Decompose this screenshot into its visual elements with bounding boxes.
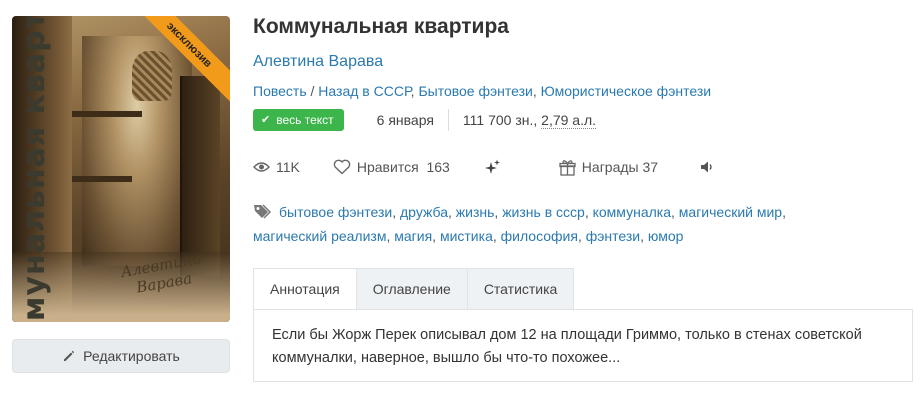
size-chars: 111 700 зн., (462, 112, 538, 128)
genre-link[interactable]: Юмористическое фэнтези (541, 83, 711, 99)
like-button[interactable]: Нравится 163 (333, 159, 450, 175)
tag-link[interactable]: юмор (648, 228, 684, 244)
publish-date: 6 января (376, 112, 434, 128)
divider (447, 109, 449, 131)
tag-list: бытовое фэнтези, дружба, жизнь, жизнь в … (253, 200, 893, 248)
awards-count: 37 (642, 159, 659, 175)
genre-separator: / (306, 83, 319, 99)
tag-comma: , (640, 228, 648, 244)
tab-statistics[interactable]: Статистика (467, 268, 575, 310)
speaker-icon (701, 161, 712, 173)
tab-contents[interactable]: Оглавление (356, 268, 468, 310)
tag-comma: , (671, 204, 679, 220)
sparkles-icon (484, 159, 500, 174)
sparkles-button[interactable] (484, 159, 507, 176)
book-cover[interactable]: Коммунальная квартира Алевтина Варава эк… (12, 16, 230, 322)
awards-label: Награды (581, 159, 639, 175)
edit-button-label: Редактировать (83, 348, 180, 364)
tag-link[interactable]: бытовое фэнтези (279, 204, 392, 220)
stats-row: 11K Нравится 163 Награды 37 (253, 156, 721, 178)
gift-icon (559, 159, 576, 176)
awards-button[interactable]: Награды 37 (559, 159, 658, 176)
book-title: Коммунальная квартира (253, 15, 509, 38)
tag-comma: , (584, 204, 593, 220)
tag-link[interactable]: жизнь (456, 204, 495, 220)
genre-link[interactable]: Назад в СССР (318, 83, 410, 99)
annotation-panel: Если бы Жорж Перек описывал дом 12 на пл… (253, 309, 913, 382)
genre-link[interactable]: Повесть (253, 83, 307, 99)
tag-comma: , (432, 228, 440, 244)
tag-comma: , (392, 204, 401, 220)
badge-label: весь текст (276, 113, 334, 127)
views-count: 11K (276, 159, 300, 175)
full-text-badge: ✔ весь текст (253, 109, 344, 131)
tag-link[interactable]: фэнтези (586, 228, 640, 244)
tag-link[interactable]: магия (394, 228, 432, 244)
audio-button[interactable] (700, 160, 721, 174)
tag-link[interactable]: коммуналка (593, 204, 671, 220)
tag-comma: , (577, 228, 586, 244)
heart-icon (333, 159, 351, 175)
author-link[interactable]: Алевтина Варава (253, 53, 383, 71)
genre-list: Повесть / Назад в СССР, Бытовое фэнтези,… (253, 83, 711, 99)
tag-link[interactable]: жизнь в ссср (502, 204, 585, 220)
cover-title: Коммунальная квартира (16, 16, 52, 322)
tag-link[interactable]: философия (501, 228, 578, 244)
tag-comma: , (492, 228, 501, 244)
cover-art-shelf (72, 111, 142, 117)
tab-annotation[interactable]: Аннотация (253, 268, 357, 310)
edit-button[interactable]: Редактировать (12, 339, 230, 373)
tag-link[interactable]: дружба (400, 204, 448, 220)
tag-comma: , (782, 204, 786, 220)
genre-comma: , (532, 83, 541, 99)
size-author-sheets[interactable]: 2,79 а.л. (541, 112, 597, 129)
cover-art-shelf (72, 176, 132, 182)
annotation-text: Если бы Жорж Перек описывал дом 12 на пл… (272, 327, 862, 366)
book-meta: ✔ весь текст 6 января 111 700 зн., 2,79 … (253, 109, 597, 131)
tag-link[interactable]: магический мир (679, 204, 782, 220)
likes-count: 163 (426, 159, 450, 175)
pencil-icon (64, 350, 75, 361)
cover-art-basket (132, 51, 172, 101)
likes-label: Нравится (356, 159, 419, 175)
tag-comma: , (447, 204, 456, 220)
eye-icon (253, 162, 270, 172)
genre-link[interactable]: Бытовое фэнтези (418, 83, 532, 99)
tag-link[interactable]: магический реализм (253, 228, 386, 244)
check-icon: ✔ (261, 114, 271, 126)
tags-icon (254, 204, 272, 219)
views-stat: 11K (253, 159, 300, 175)
tab-bar: Аннотация Оглавление Статистика (253, 268, 575, 310)
cover-art-door (180, 76, 220, 276)
tag-link[interactable]: мистика (440, 228, 493, 244)
